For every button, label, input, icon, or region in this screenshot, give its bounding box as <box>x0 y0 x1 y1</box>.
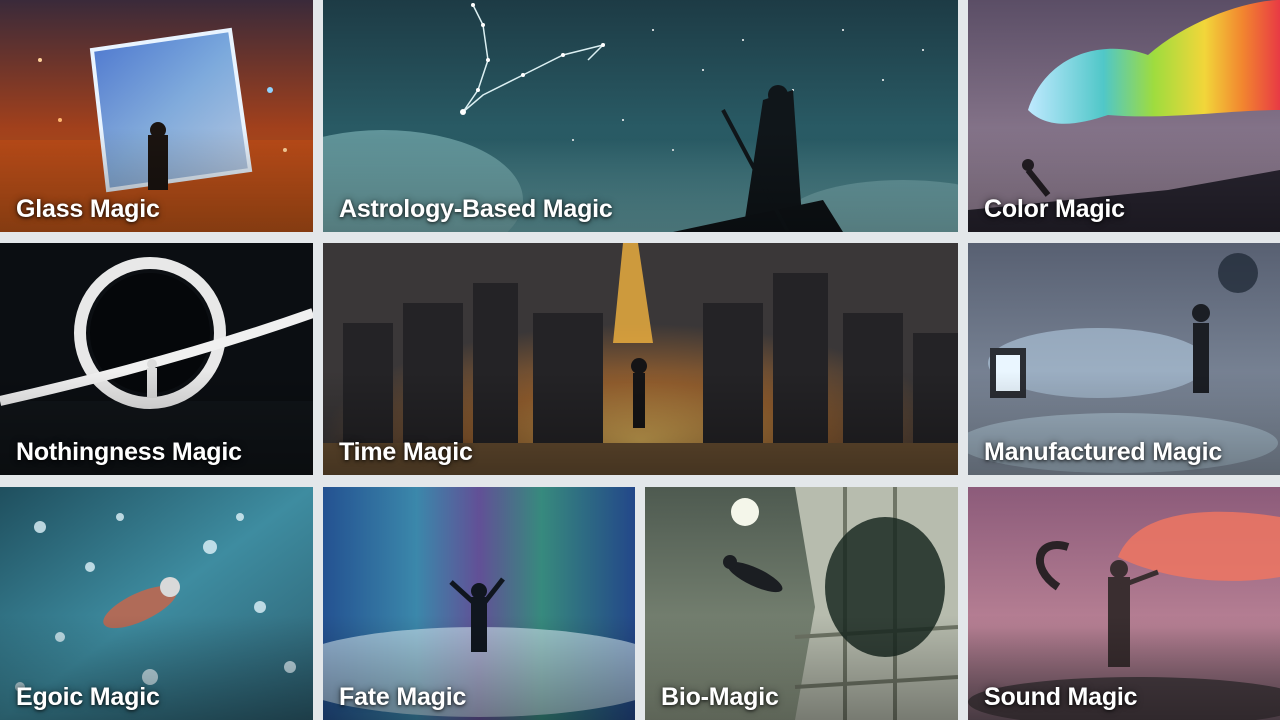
tile-egoic-magic[interactable]: Egoic Magic <box>0 487 313 720</box>
tile-time-magic[interactable]: Time Magic <box>323 243 958 475</box>
tile-glass-magic[interactable]: Glass Magic <box>0 0 313 232</box>
tile-label: Fate Magic <box>339 683 467 711</box>
tile-label: Manufactured Magic <box>984 438 1223 466</box>
tile-sound-magic[interactable]: Sound Magic <box>968 487 1280 720</box>
tile-label: Sound Magic <box>984 683 1138 711</box>
tile-label: Bio-Magic <box>661 683 779 711</box>
tile-label: Glass Magic <box>16 195 160 223</box>
tile-astrology-based-magic[interactable]: Astrology-Based Magic <box>323 0 958 232</box>
tile-fate-magic[interactable]: Fate Magic <box>323 487 635 720</box>
tile-nothingness-magic[interactable]: Nothingness Magic <box>0 243 313 475</box>
tile-label: Color Magic <box>984 195 1125 223</box>
tile-label: Time Magic <box>339 438 473 466</box>
tile-manufactured-magic[interactable]: Manufactured Magic <box>968 243 1280 475</box>
tile-label: Nothingness Magic <box>16 438 242 466</box>
tile-label: Astrology-Based Magic <box>339 195 613 223</box>
tile-bio-magic[interactable]: Bio-Magic <box>645 487 958 720</box>
tile-label: Egoic Magic <box>16 683 160 711</box>
magic-gallery-grid: Glass Magic Astrology-Based Magic Color … <box>0 0 1280 720</box>
tile-color-magic[interactable]: Color Magic <box>968 0 1280 232</box>
